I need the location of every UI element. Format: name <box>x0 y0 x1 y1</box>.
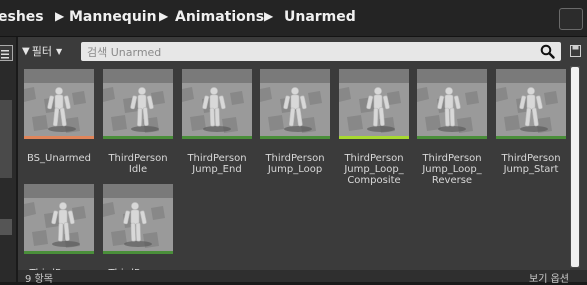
view-options-button[interactable]: 보기 옵션 <box>529 270 569 285</box>
asset-thumbnail <box>496 69 566 139</box>
history-button[interactable] <box>559 8 583 30</box>
asset-name: ThirdPerson Idle <box>108 153 168 175</box>
chevron-right-icon[interactable]: ▶ <box>55 9 64 23</box>
asset-type-color-bar <box>417 136 487 139</box>
search-icon[interactable] <box>540 44 555 59</box>
asset-type-color-bar <box>24 136 94 139</box>
scrollbar-thumb[interactable] <box>571 67 579 267</box>
asset-thumbnail <box>339 69 409 139</box>
chevron-right-icon[interactable]: ▶ <box>264 9 273 23</box>
search-box <box>81 42 561 61</box>
asset-thumbnail <box>103 69 173 139</box>
asset-thumbnail <box>24 184 94 254</box>
asset-thumbnail <box>260 69 330 139</box>
asset-type-color-bar <box>496 136 566 139</box>
source-item[interactable] <box>0 219 12 235</box>
asset-thumbnail <box>182 69 252 139</box>
asset-name: ThirdPerson Jump_Loop_ Reverse <box>422 153 482 186</box>
asset-thumbnail <box>103 184 173 254</box>
asset-type-color-bar <box>182 136 252 139</box>
asset-type-color-bar <box>339 136 409 139</box>
sources-panel-strip <box>0 37 16 282</box>
asset-thumbnail <box>417 69 487 139</box>
search-input[interactable] <box>85 43 529 61</box>
asset-type-color-bar <box>260 136 330 139</box>
asset-name: ThirdPerson Jump_Loop_ Composite <box>344 153 404 186</box>
save-search-icon[interactable] <box>570 45 581 57</box>
list-icon[interactable] <box>0 45 13 61</box>
asset-thumbnail <box>24 69 94 139</box>
asset-name: ThirdPerson Jump_Loop <box>265 153 325 175</box>
asset-type-color-bar <box>24 251 94 254</box>
source-item[interactable] <box>0 100 12 178</box>
asset-name: ThirdPerson Jump_Start <box>501 153 561 175</box>
asset-name: ThirdPerson Jump_End <box>187 153 247 175</box>
asset-name: BS_Unarmed <box>27 153 91 164</box>
breadcrumb-item-unarmed[interactable]: Unarmed <box>284 9 356 25</box>
breadcrumb-item-animations[interactable]: Animations <box>175 9 264 25</box>
status-bar: 9 항목 보기 옵션 <box>18 270 587 285</box>
chevron-down-icon: ▼ <box>55 46 63 56</box>
breadcrumb-item-mannequin[interactable]: Mannequin <box>69 9 157 25</box>
breadcrumb-item-meshes[interactable]: eshes <box>0 9 44 25</box>
breadcrumb-bar: eshes ▶ Mannequin ▶ Animations ▶ Unarmed <box>0 0 587 37</box>
filter-button[interactable]: ▼ 필터 ▼ <box>22 42 62 60</box>
funnel-icon: ▼ <box>22 45 30 57</box>
asset-type-color-bar <box>103 136 173 139</box>
filter-label: 필터 <box>31 45 52 58</box>
asset-type-color-bar <box>103 251 173 254</box>
chevron-right-icon[interactable]: ▶ <box>159 9 168 23</box>
item-count: 9 항목 <box>25 274 53 285</box>
